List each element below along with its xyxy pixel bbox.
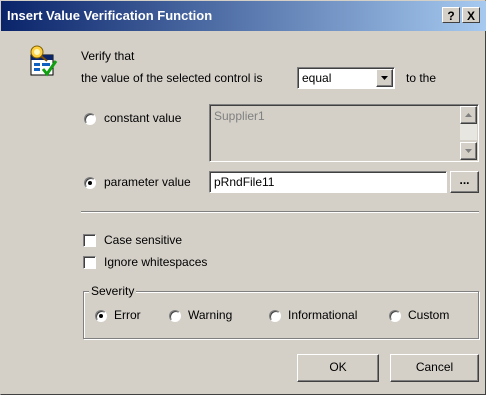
severity-label: Severity [89,284,137,298]
ignore-whitespaces-checkbox[interactable] [83,256,96,269]
parameter-value-text: pRndFile11 [214,175,275,189]
severity-error-radio[interactable] [95,310,107,322]
severity-error-label: Error [114,308,141,322]
constant-value-label: constant value [104,111,182,125]
condition-suffix-label: to the [406,71,437,85]
ignore-whitespaces-label: Ignore whitespaces [104,255,208,269]
browse-parameter-button[interactable]: ... [450,171,479,193]
severity-custom-radio[interactable] [389,310,401,322]
parameter-value-input[interactable]: pRndFile11 [209,171,447,193]
scroll-down-button[interactable] [460,142,477,160]
scroll-down-arrow-icon [465,149,472,153]
separator [81,211,479,213]
help-button[interactable]: ? [442,7,460,23]
parameter-value-radio[interactable] [84,177,96,189]
severity-custom-label: Custom [408,308,450,322]
constant-value-textarea[interactable]: Supplier1 [209,104,479,162]
verify-that-text: Verify that [81,49,135,63]
operator-select[interactable]: equal [297,67,395,89]
scroll-track[interactable] [460,124,477,140]
verify-that-label: Verify that [81,49,134,63]
verify-document-icon [23,43,59,79]
dialog-title: Insert Value Verification Function [7,8,213,23]
constant-value-text: Supplier1 [214,109,265,123]
case-sensitive-checkbox[interactable] [83,234,96,247]
operator-value: equal [302,71,332,85]
severity-informational-radio[interactable] [269,310,281,322]
insert-value-verification-dialog: Insert Value Verification Function ? X V… [0,0,486,395]
parameter-value-label: parameter value [104,175,191,189]
title-bar[interactable]: Insert Value Verification Function ? X [1,1,486,31]
chevron-down-icon [381,76,388,80]
case-sensitive-label: Case sensitive [104,233,183,247]
ok-button[interactable]: OK [297,354,379,382]
severity-warning-radio[interactable] [169,310,181,322]
severity-warning-label: Warning [188,308,233,322]
severity-informational-label: Informational [288,308,358,322]
cancel-button[interactable]: Cancel [390,354,479,382]
operator-dropdown-button[interactable] [376,69,393,87]
constant-value-radio[interactable] [84,113,96,125]
close-button[interactable]: X [462,7,480,23]
scroll-up-arrow-icon [465,113,472,117]
scroll-up-button[interactable] [460,106,477,124]
condition-prefix-label: the value of the selected control is [81,71,263,85]
